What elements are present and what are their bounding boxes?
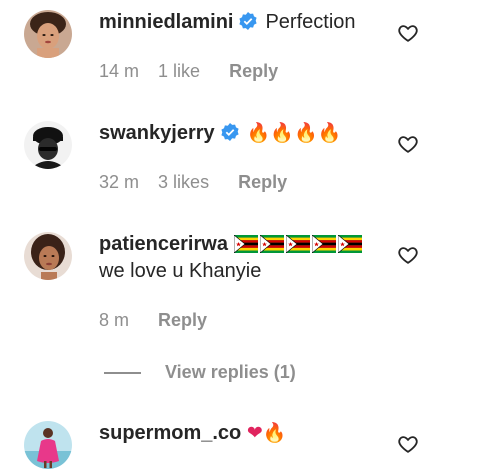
comment-header: supermom_.co ❤🔥 [99,421,286,445]
like-count[interactable]: 1 like [158,61,200,81]
zimbabwe-flag-icon [233,234,258,259]
verified-badge-icon [238,11,258,37]
timestamp: 32 m [99,172,140,192]
view-replies-label[interactable]: View replies (1) [165,362,296,383]
woman-pink-dress-avatar-icon [24,421,72,469]
reply-button[interactable]: Reply [238,172,287,192]
avatar[interactable] [24,232,72,280]
username[interactable]: patiencerirwa [99,233,228,255]
username[interactable]: minniedlamini [99,11,233,33]
heart-icon[interactable] [397,22,419,44]
heart-icon[interactable] [397,133,419,155]
woman-selfie-avatar-icon [24,232,72,280]
comment-meta: 32 m 3 likes Reply [99,171,301,193]
like-count[interactable]: 3 likes [158,172,209,192]
comment-header: minniedlamini Perfection [99,10,356,37]
zimbabwe-flag-icon [285,234,310,259]
woman-portrait-avatar-icon [24,10,72,58]
comment-text: we love u Khanyie [99,260,262,282]
avatar[interactable] [24,121,72,169]
comment-header: swankyjerry 🔥🔥🔥🔥 [99,121,341,148]
comment-item: supermom_.co ❤🔥 [0,411,480,475]
heart-fire-emoji-icon: ❤🔥 [246,422,287,444]
comment-item: swankyjerry 🔥🔥🔥🔥 32 m 3 likes Reply [0,111,480,216]
zimbabwe-flag-icon [311,234,336,259]
comment-header: patiencerirwa [99,232,364,259]
heart-icon[interactable] [397,433,419,455]
comment-item: patiencerirwa we love u Khanyie 8 m Repl… [0,222,480,342]
comment-meta: 14 m 1 like Reply [99,60,292,82]
zimbabwe-flag-icon [337,234,362,259]
comment-item: minniedlamini Perfection 14 m 1 like Repl… [0,0,480,105]
reply-button[interactable]: Reply [158,310,207,330]
heart-icon[interactable] [397,244,419,266]
zimbabwe-flag-icon [259,234,284,259]
verified-badge-icon [220,122,240,148]
username[interactable]: supermom_.co [99,422,241,444]
comment-text: Perfection [265,11,356,33]
timestamp: 8 m [99,310,130,330]
zimbabwe-flags [233,233,364,255]
divider [104,372,141,374]
reply-button[interactable]: Reply [229,61,278,81]
timestamp: 14 m [99,61,140,81]
avatar[interactable] [24,421,72,469]
fire-emoji-icon: 🔥🔥🔥🔥 [246,122,342,144]
username[interactable]: swankyjerry [99,122,215,144]
man-with-cap-avatar-icon [24,121,72,169]
avatar[interactable] [24,10,72,58]
comment-meta: 8 m Reply [99,309,221,331]
